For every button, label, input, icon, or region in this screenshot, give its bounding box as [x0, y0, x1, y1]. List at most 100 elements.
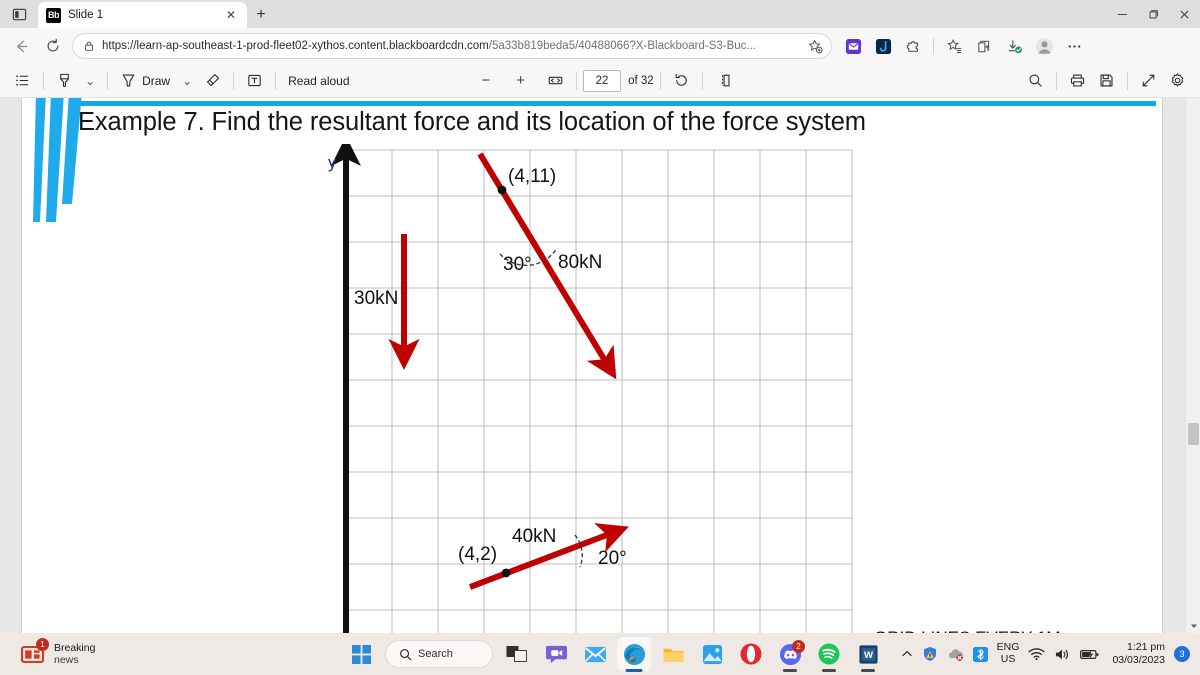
- add-favorite-icon[interactable]: [805, 38, 825, 54]
- wifi-icon[interactable]: [1028, 647, 1046, 661]
- mail-icon[interactable]: [580, 639, 610, 669]
- clock-date: 03/03/2023: [1112, 654, 1165, 666]
- vertical-scrollbar[interactable]: [1185, 98, 1200, 633]
- taskbar-search-label: Search: [418, 648, 453, 660]
- taskbar-search-box[interactable]: Search: [385, 640, 493, 668]
- page-layout-icon[interactable]: [709, 68, 738, 94]
- site-info-lock-icon[interactable]: [83, 40, 95, 52]
- onedrive-error-icon[interactable]: [947, 646, 964, 662]
- pdf-page: COPLANAR NON CONCURRENT NON PARALLEL Exa…: [22, 98, 1162, 633]
- tab-actions-icon[interactable]: [4, 1, 34, 27]
- add-text-icon[interactable]: [240, 68, 269, 94]
- header-rule: [72, 101, 1156, 106]
- start-button[interactable]: [346, 639, 376, 669]
- profile-icon[interactable]: [1031, 33, 1057, 59]
- fullscreen-icon[interactable]: [1134, 68, 1163, 94]
- svg-text:W: W: [864, 650, 873, 661]
- clock-time: 1:21 pm: [1127, 640, 1165, 653]
- system-tray: ENG US 1:21 pm 03/03/2023 3: [901, 641, 1190, 667]
- tab-strip: Bb Slide 1 ✕ +: [0, 0, 1200, 28]
- notification-badge[interactable]: 3: [1174, 646, 1190, 662]
- force-label-30kn: 30kN: [354, 288, 398, 309]
- page-number-input[interactable]: 22: [583, 69, 622, 92]
- highlighter-dropdown-icon[interactable]: ⌄: [79, 68, 101, 94]
- battery-charging-icon[interactable]: [1080, 648, 1099, 661]
- save-icon[interactable]: [1092, 68, 1121, 94]
- maximize-restore-icon[interactable]: [1138, 0, 1169, 28]
- refresh-icon[interactable]: [38, 32, 68, 60]
- spotify-running-indicator: [822, 669, 836, 672]
- new-tab-button[interactable]: +: [247, 2, 275, 28]
- navigation-bar: https://learn-ap-southeast-1-prod-fleet0…: [0, 28, 1200, 64]
- toolbar-divider: [233, 71, 235, 90]
- mail-extension-icon[interactable]: [840, 33, 866, 59]
- file-explorer-icon[interactable]: [658, 639, 688, 669]
- force-label-80kn: 80kN: [558, 252, 602, 273]
- print-icon[interactable]: [1063, 68, 1092, 94]
- add-tab-group-icon[interactable]: [971, 33, 997, 59]
- scrollbar-thumb[interactable]: [1188, 423, 1199, 445]
- page-total-label: of 32: [628, 74, 654, 87]
- news-headline-line2: news: [54, 654, 79, 666]
- news-icon: 1: [20, 638, 49, 667]
- edge-icon[interactable]: [617, 637, 651, 672]
- toolbar-divider: [933, 38, 934, 54]
- opera-icon[interactable]: [736, 639, 766, 669]
- draw-dropdown-icon[interactable]: ⌄: [176, 68, 198, 94]
- discord-icon[interactable]: 2: [775, 639, 805, 672]
- toolbar-divider: [576, 71, 578, 90]
- search-icon: [400, 648, 412, 660]
- tray-expand-chevron-icon[interactable]: [901, 648, 913, 660]
- draw-button[interactable]: Draw: [114, 68, 176, 94]
- close-tab-icon[interactable]: ✕: [223, 7, 239, 23]
- eraser-icon[interactable]: [198, 68, 227, 94]
- address-bar[interactable]: https://learn-ap-southeast-1-prod-fleet0…: [72, 33, 832, 59]
- edge-running-indicator: [625, 669, 643, 672]
- zoom-in-button[interactable]: +: [510, 68, 531, 94]
- table-of-contents-icon[interactable]: [8, 68, 37, 94]
- word-icon[interactable]: W: [853, 639, 883, 672]
- j-extension-icon[interactable]: [870, 33, 896, 59]
- force-point-label-80kn: (4,11): [508, 166, 556, 187]
- back-icon[interactable]: [6, 32, 36, 60]
- bluetooth-icon[interactable]: [972, 646, 988, 662]
- extension-icons: [840, 33, 1087, 59]
- rotate-icon[interactable]: [667, 68, 696, 94]
- zoom-out-button[interactable]: −: [476, 68, 497, 94]
- volume-icon[interactable]: [1054, 647, 1071, 662]
- settings-icon[interactable]: [1163, 68, 1192, 94]
- settings-more-icon[interactable]: [1061, 33, 1087, 59]
- photos-icon[interactable]: [697, 639, 727, 669]
- toolbar-divider: [1056, 71, 1057, 90]
- fit-to-width-icon[interactable]: [541, 68, 570, 94]
- minimize-icon[interactable]: [1107, 0, 1138, 28]
- task-view-icon[interactable]: [502, 639, 532, 669]
- language-indicator[interactable]: ENG US: [997, 641, 1020, 666]
- taskbar-apps: Search 2 W: [346, 637, 883, 672]
- close-window-icon[interactable]: [1169, 0, 1200, 28]
- discord-badge: 2: [792, 640, 805, 653]
- highlighter-icon[interactable]: [50, 68, 79, 94]
- force-point-40kn: [501, 568, 511, 578]
- angle-label-20deg: 20°: [598, 548, 627, 569]
- puzzle-extension-icon[interactable]: [900, 33, 926, 59]
- y-axis-label: y: [328, 153, 337, 172]
- downloads-icon[interactable]: [1001, 33, 1027, 59]
- news-weather-widget[interactable]: 1 Breaking news: [0, 638, 300, 667]
- slide-title: Example 7. Find the resultant force and …: [78, 108, 866, 136]
- pdf-viewport[interactable]: COPLANAR NON CONCURRENT NON PARALLEL Exa…: [0, 98, 1200, 633]
- browser-tab[interactable]: Bb Slide 1 ✕: [38, 2, 247, 28]
- search-icon[interactable]: [1021, 68, 1050, 94]
- collections-icon[interactable]: [941, 33, 967, 59]
- read-aloud-button[interactable]: Read aloud: [282, 68, 355, 94]
- spotify-icon[interactable]: [814, 639, 844, 672]
- defender-warning-icon[interactable]: [922, 646, 938, 662]
- force-label-40kn: 40kN: [512, 526, 556, 547]
- force-point-label-40kn: (4,2): [458, 544, 497, 565]
- clock[interactable]: 1:21 pm 03/03/2023: [1112, 641, 1165, 667]
- news-headline-line1: Breaking: [54, 641, 96, 654]
- scroll-down-icon[interactable]: [1186, 618, 1200, 633]
- tab-favicon-blackboard: Bb: [46, 7, 61, 23]
- tab-title: Slide 1: [68, 9, 104, 21]
- teams-chat-icon[interactable]: [541, 639, 571, 669]
